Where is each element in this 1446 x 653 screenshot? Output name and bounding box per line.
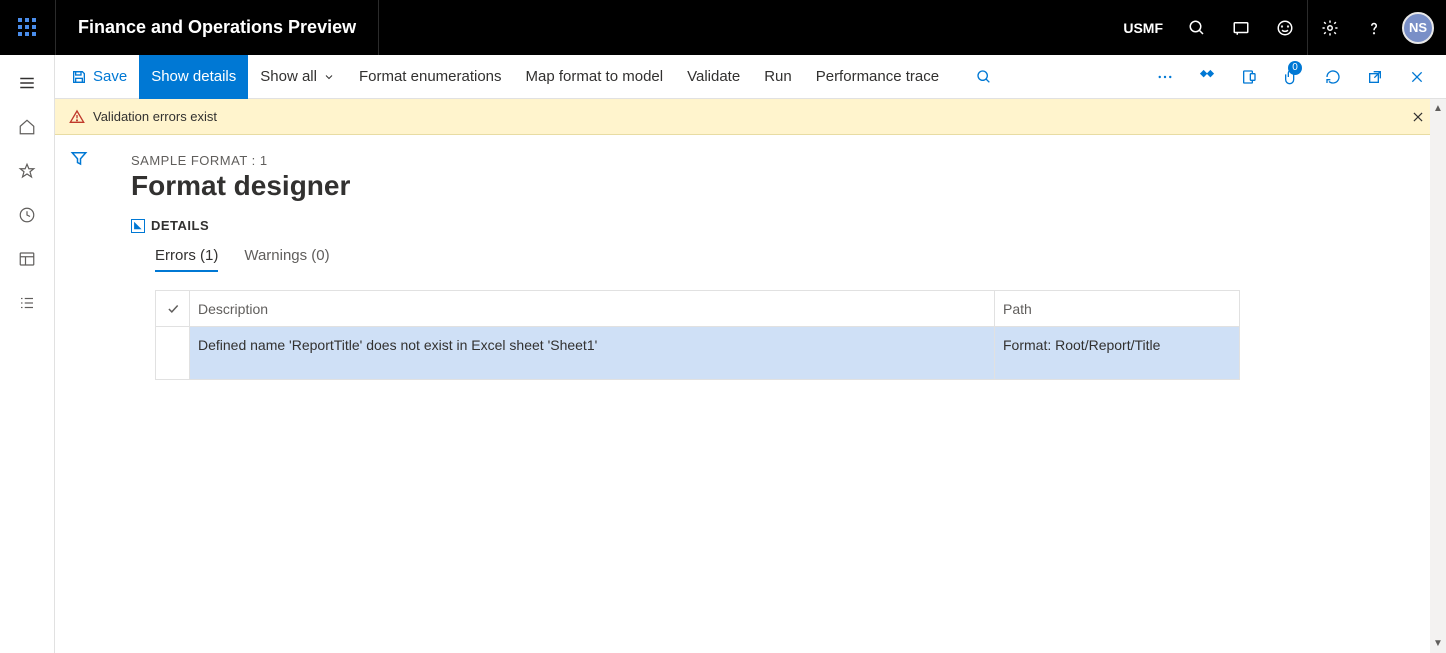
run-button[interactable]: Run (752, 55, 804, 99)
scroll-up-icon: ▲ (1433, 103, 1443, 114)
search-icon[interactable] (1175, 0, 1219, 55)
vertical-scrollbar[interactable]: ▲ ▼ (1430, 99, 1446, 653)
save-icon (71, 69, 87, 85)
user-avatar[interactable]: NS (1402, 12, 1434, 44)
scroll-down-icon: ▼ (1433, 638, 1443, 649)
main-area: Save Show details Show all Format enumer… (55, 55, 1446, 653)
grid-header: Description Path (156, 291, 1239, 327)
row-path: Format: Root/Report/Title (995, 327, 1239, 379)
table-row[interactable]: Defined name 'ReportTitle' does not exis… (156, 327, 1239, 379)
tab-warnings[interactable]: Warnings (0) (244, 247, 329, 272)
details-section-header[interactable]: ◣ DETAILS (131, 218, 1418, 233)
save-label: Save (93, 68, 127, 85)
feedback-icon[interactable] (1263, 0, 1307, 55)
tabs: Errors (1) Warnings (0) (131, 247, 1418, 272)
global-header: Finance and Operations Preview USMF NS (0, 0, 1446, 55)
collapse-icon: ◣ (131, 219, 145, 233)
details-label: DETAILS (151, 218, 209, 233)
banner-message: Validation errors exist (93, 109, 217, 124)
modules-icon[interactable] (0, 281, 55, 325)
popout-icon[interactable] (1354, 55, 1396, 99)
column-path[interactable]: Path (995, 291, 1239, 326)
select-all-checkbox[interactable] (156, 291, 190, 326)
validate-button[interactable]: Validate (675, 55, 752, 99)
column-description[interactable]: Description (190, 291, 995, 326)
settings-icon[interactable] (1308, 0, 1352, 55)
hamburger-icon[interactable] (0, 61, 55, 105)
attachments-badge: 0 (1288, 61, 1302, 75)
save-button[interactable]: Save (55, 55, 139, 99)
format-enumerations-button[interactable]: Format enumerations (347, 55, 514, 99)
navigation-rail (0, 55, 55, 653)
show-all-label: Show all (260, 68, 317, 85)
close-icon[interactable] (1396, 55, 1438, 99)
row-checkbox[interactable] (156, 327, 190, 379)
breadcrumb: SAMPLE FORMAT : 1 (131, 153, 1418, 168)
favorites-icon[interactable] (0, 149, 55, 193)
tab-errors[interactable]: Errors (1) (155, 247, 218, 272)
attachments-icon[interactable]: 0 (1270, 55, 1312, 99)
row-description: Defined name 'ReportTitle' does not exis… (190, 327, 995, 379)
company-picker[interactable]: USMF (1111, 20, 1175, 36)
performance-trace-button[interactable]: Performance trace (804, 55, 951, 99)
page-title: Format designer (131, 170, 1418, 202)
app-launcher-button[interactable] (0, 0, 55, 55)
options-icon[interactable] (1186, 55, 1228, 99)
filter-icon[interactable] (70, 149, 88, 653)
office-addin-icon[interactable] (1228, 55, 1270, 99)
warning-icon (69, 109, 85, 125)
refresh-icon[interactable] (1312, 55, 1354, 99)
show-details-label: Show details (151, 68, 236, 85)
validation-banner: Validation errors exist (55, 99, 1446, 135)
header-right: USMF NS (1111, 0, 1446, 55)
show-all-button[interactable]: Show all (248, 55, 347, 99)
more-actions-icon[interactable] (1144, 55, 1186, 99)
content-main: SAMPLE FORMAT : 1 Format designer ◣ DETA… (103, 135, 1446, 653)
home-icon[interactable] (0, 105, 55, 149)
errors-grid: Description Path Defined name 'ReportTit… (155, 290, 1240, 380)
find-icon[interactable] (963, 55, 1005, 99)
show-details-button[interactable]: Show details (139, 55, 248, 99)
messages-icon[interactable] (1219, 0, 1263, 55)
app-title: Finance and Operations Preview (55, 0, 379, 55)
chevron-down-icon (323, 71, 335, 83)
workspaces-icon[interactable] (0, 237, 55, 281)
map-format-button[interactable]: Map format to model (514, 55, 676, 99)
banner-close-button[interactable] (1404, 110, 1432, 124)
recent-icon[interactable] (0, 193, 55, 237)
help-icon[interactable] (1352, 0, 1396, 55)
waffle-icon (18, 18, 38, 38)
command-bar: Save Show details Show all Format enumer… (55, 55, 1446, 99)
